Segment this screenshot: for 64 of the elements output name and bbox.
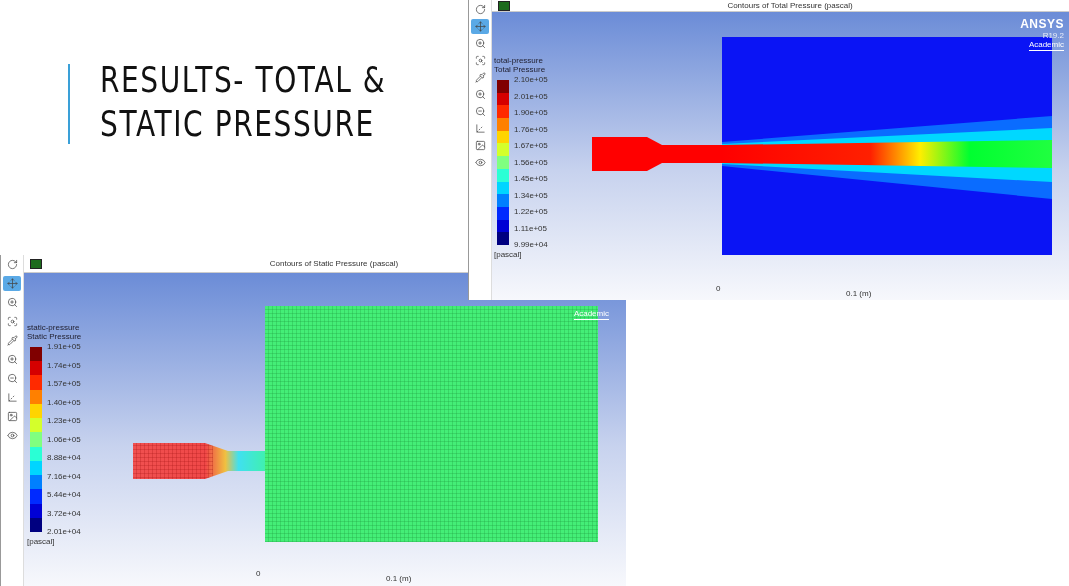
- logo-edition: Academic: [1028, 40, 1064, 51]
- legend-value: 1.57e+05: [47, 380, 81, 388]
- zoom-in-icon: [474, 38, 486, 49]
- eye-icon: [6, 430, 18, 441]
- toolbar-button[interactable]: [471, 19, 489, 34]
- legend-title: Static Pressure: [27, 332, 82, 341]
- logo-brand: ANSYS: [1020, 18, 1064, 31]
- pipette-icon: [6, 335, 18, 346]
- axes-icon: [6, 392, 18, 403]
- legend-value: 2.01e+05: [514, 92, 548, 101]
- app-icon: [30, 258, 42, 269]
- legend-title: Total Pressure: [494, 65, 547, 74]
- move-icon: [6, 278, 18, 289]
- eye-icon: [474, 157, 486, 168]
- scale-end: 0.1 (m): [386, 574, 412, 583]
- legend-value: 1.76e+05: [514, 125, 548, 134]
- legend-value: 1.91e+05: [47, 343, 81, 351]
- legend-value: 1.11e+05: [514, 224, 548, 233]
- legend-value: 1.90e+05: [514, 109, 548, 117]
- axes-icon: [474, 123, 486, 134]
- legend-value: 9.99e+04: [514, 241, 548, 249]
- rotate-icon: [6, 259, 18, 270]
- zoom-in-icon: [6, 297, 18, 308]
- legend-value: 1.67e+05: [514, 142, 548, 150]
- scale-start: 0: [716, 284, 722, 293]
- legend-value: 1.56e+05: [514, 158, 548, 167]
- logo-edition: Academic: [573, 309, 609, 320]
- legend-value: 1.74e+05: [47, 361, 81, 370]
- legend-value: 7.16e+04: [47, 472, 81, 481]
- app-icon: [498, 0, 510, 11]
- legend-variable: total-pressure: [494, 56, 544, 65]
- pipette-icon: [474, 72, 486, 83]
- legend-unit: [pascal]: [494, 250, 523, 259]
- zoom-in-icon: [6, 354, 18, 365]
- legend-value: 2.10e+05: [514, 76, 548, 84]
- legend-value: 1.23e+05: [47, 417, 81, 425]
- zoom-in-icon: [474, 89, 486, 100]
- zoom-out-icon: [6, 373, 18, 384]
- slide-title: STATIC PRESSURE: [100, 102, 376, 146]
- magnifier-icon: [474, 55, 486, 66]
- legend-value: 1.22e+05: [514, 208, 548, 216]
- rotate-icon: [474, 4, 486, 15]
- window-title: Contours of Static Pressure (pascal): [269, 259, 399, 268]
- slide-title: RESULTS- TOTAL &: [100, 58, 387, 102]
- legend-value: 8.88e+04: [47, 454, 81, 462]
- legend-value: 1.40e+05: [47, 398, 81, 407]
- zoom-out-icon: [474, 106, 486, 117]
- scale-start: 0: [256, 569, 262, 578]
- toolbar-button[interactable]: [3, 276, 21, 291]
- legend-unit: [pascal]: [27, 537, 56, 546]
- magnifier-icon: [6, 316, 18, 327]
- legend-value: 1.45e+05: [514, 175, 548, 183]
- image-icon: [6, 411, 18, 422]
- legend-value: 5.44e+04: [47, 491, 81, 499]
- legend-value: 3.72e+04: [47, 509, 81, 518]
- legend-value: 1.06e+05: [47, 435, 81, 444]
- logo-version: R19.2: [1042, 31, 1064, 40]
- window-title: Contours of Total Pressure (pascal): [727, 1, 853, 10]
- scale-end: 0.1 (m): [846, 289, 872, 298]
- move-icon: [474, 21, 486, 32]
- legend-value: 1.34e+05: [514, 191, 548, 200]
- legend-variable: static-pressure: [27, 323, 81, 332]
- image-icon: [474, 140, 486, 151]
- legend-value: 2.01e+04: [47, 528, 81, 536]
